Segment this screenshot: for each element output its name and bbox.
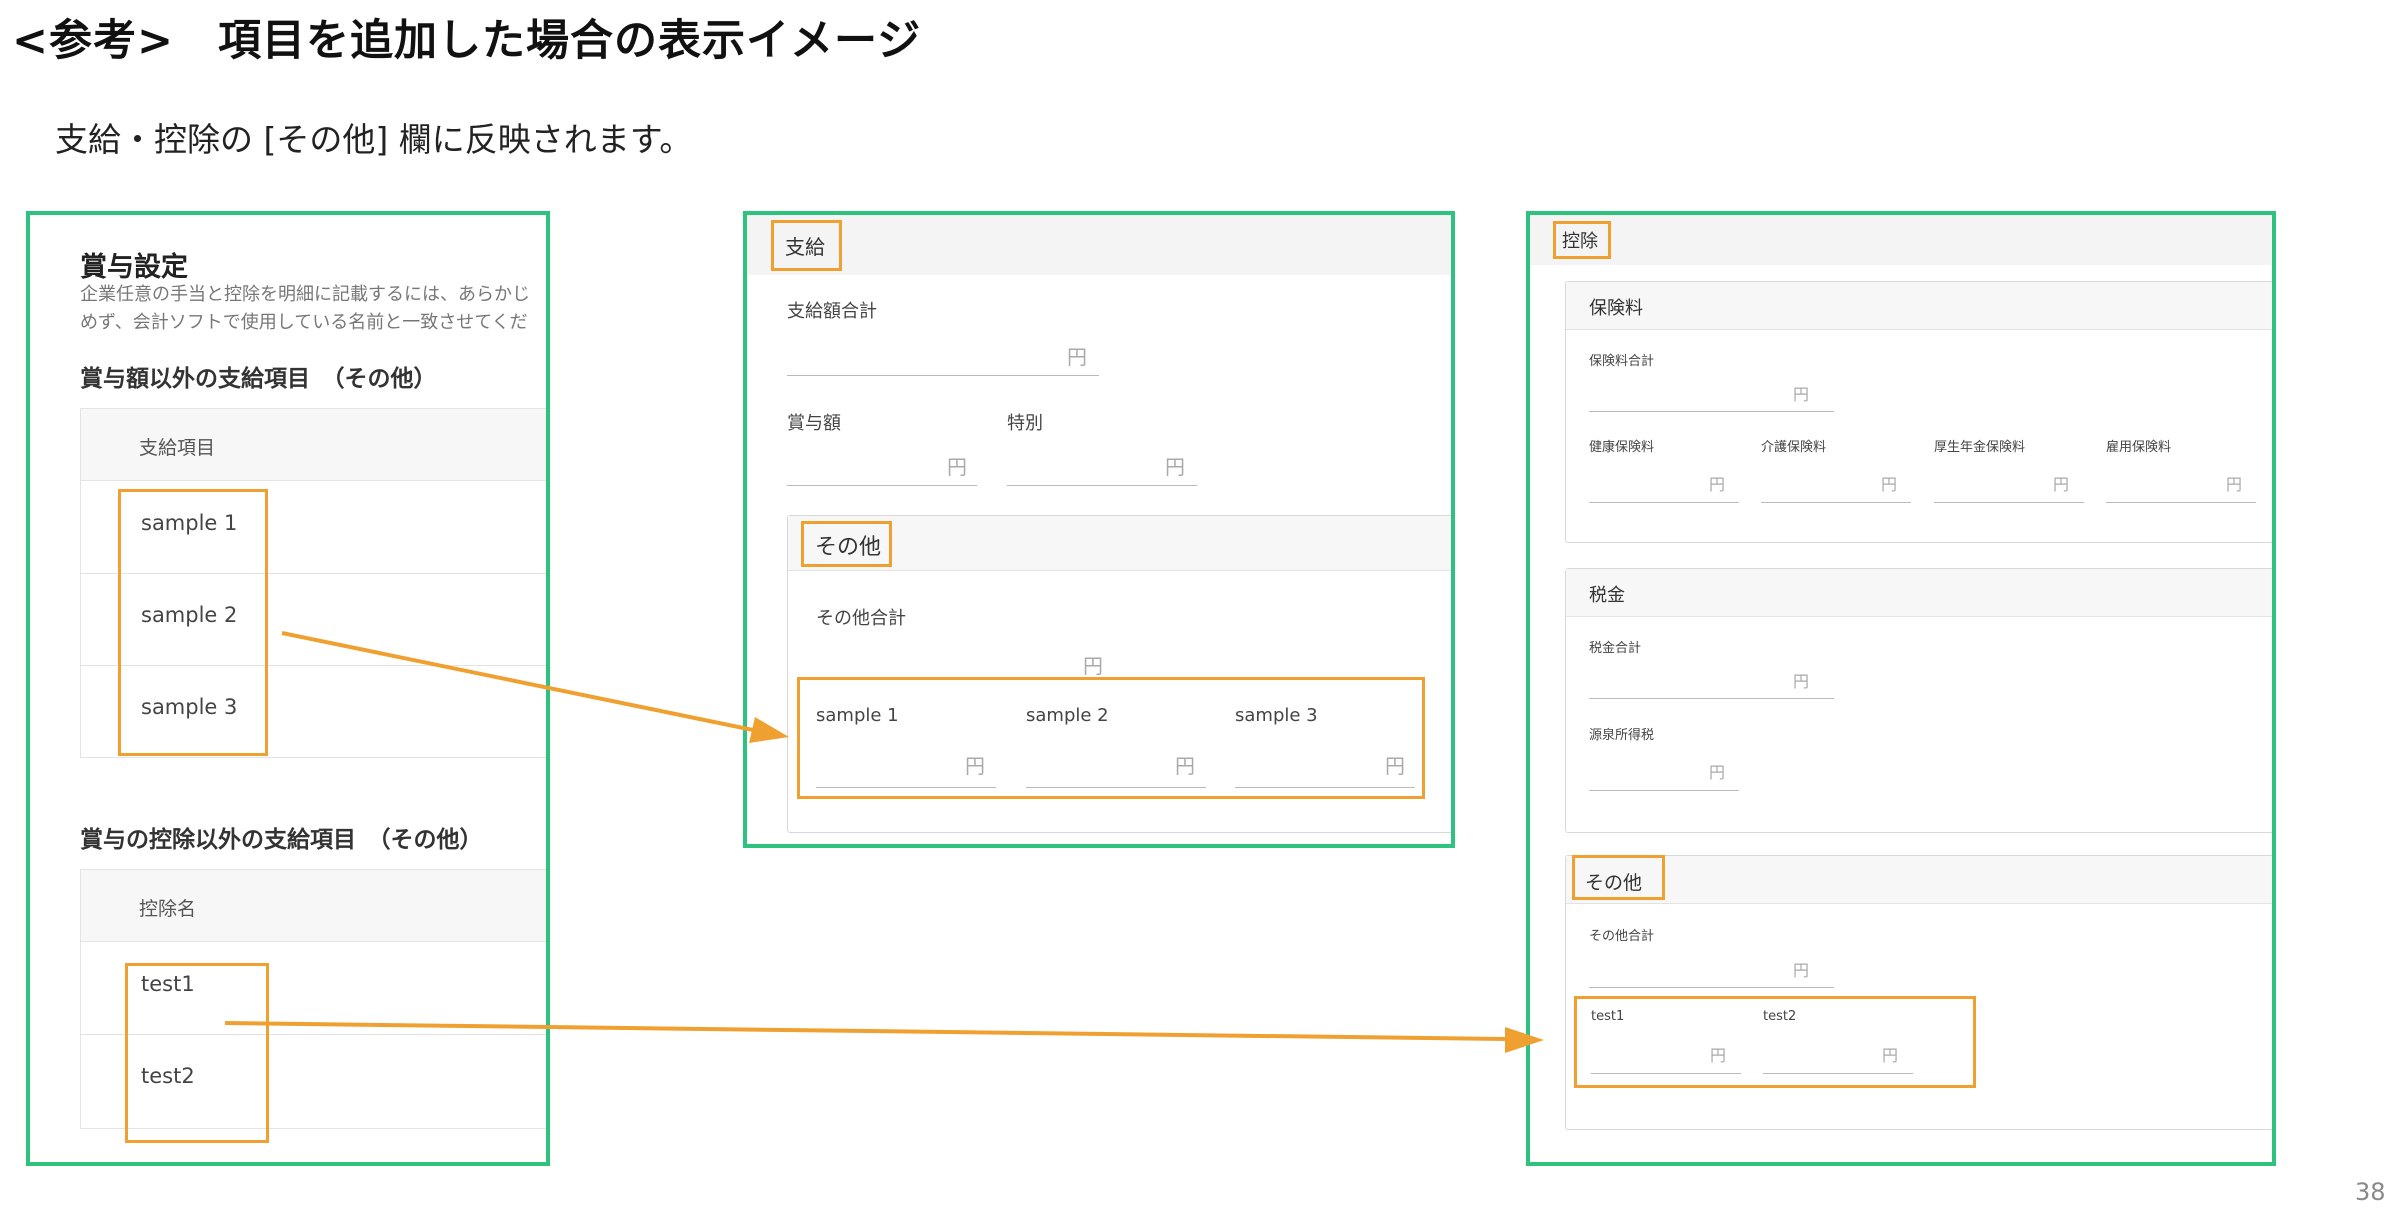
arrow-head-icon	[749, 717, 789, 743]
arrow-payment-items	[281, 631, 754, 732]
arrow-deduction-items	[224, 1021, 1507, 1041]
arrow-head-icon	[1505, 1027, 1544, 1053]
mapping-arrows	[224, 631, 1544, 1053]
page-number: 38	[2355, 1178, 2386, 1206]
